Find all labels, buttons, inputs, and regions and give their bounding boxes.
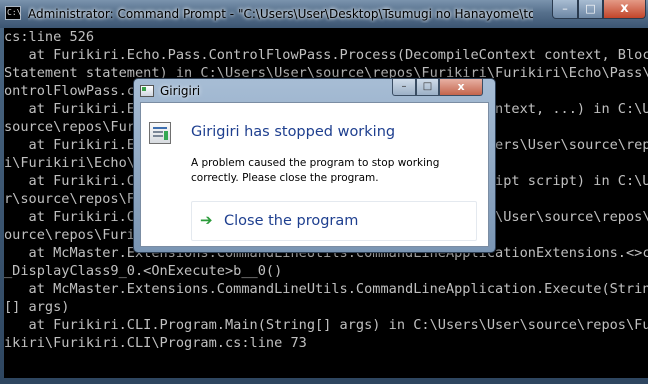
- dialog-title: Girigiri: [160, 84, 201, 98]
- console-titlebar[interactable]: C:\ Administrator: Command Prompt - "C:\…: [0, 0, 648, 28]
- console-minimize-button[interactable]: –: [552, 0, 578, 19]
- error-message: A problem caused the program to stop wor…: [191, 157, 440, 184]
- close-program-button[interactable]: ➔ Close the program: [191, 201, 477, 241]
- dialog-content: Girigiri has stopped working A problem c…: [140, 102, 489, 247]
- console-maximize-button[interactable]: □: [578, 0, 603, 19]
- dialog-close-button[interactable]: x: [439, 79, 483, 96]
- console-line: at Furikiri.CLI.Program.Main(String[] ar…: [4, 317, 648, 333]
- console-line: cs:line 526: [4, 29, 95, 45]
- error-heading: Girigiri has stopped working: [191, 124, 396, 140]
- console-close-button[interactable]: x: [603, 0, 646, 19]
- dialog-minimize-button[interactable]: –: [392, 79, 416, 96]
- dialog-maximize-button[interactable]: □: [416, 79, 439, 96]
- console-line: at Furikiri.Echo.Pass.ControlFlowPass.Pr…: [4, 47, 648, 63]
- close-program-label: Close the program: [224, 213, 359, 229]
- console-line: ikiri\Furikiri.CLI\Program.cs:line 73: [4, 335, 307, 351]
- error-dialog: Girigiri – □ x Girigiri has stopped work…: [133, 78, 496, 253]
- console-line: at McMaster.Extensions.CommandLineUtils.…: [4, 281, 648, 297]
- cmd-icon: C:\: [5, 6, 21, 20]
- window-app-icon: [140, 85, 154, 97]
- console-line: _DisplayClass9_0.<OnExecute>b__0(): [4, 263, 283, 279]
- green-arrow-icon: ➔: [200, 211, 213, 229]
- console-title: Administrator: Command Prompt - "C:\User…: [28, 7, 533, 21]
- program-icon: [149, 122, 171, 144]
- console-line: [] args): [4, 299, 70, 315]
